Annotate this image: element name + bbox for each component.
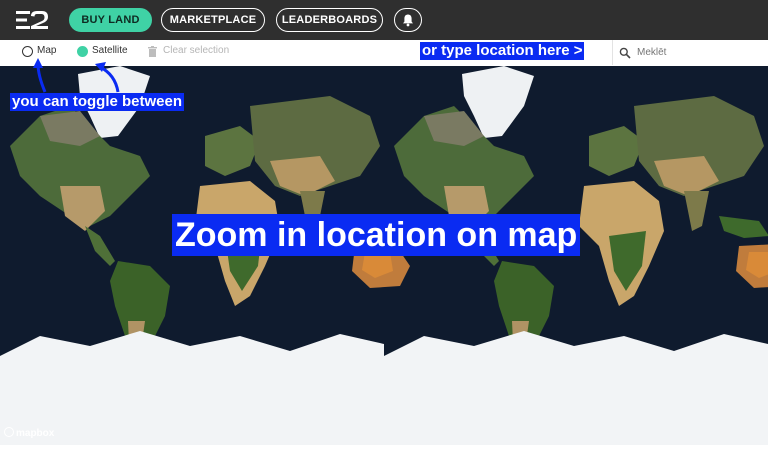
e2-logo-icon[interactable] [16, 8, 54, 32]
trash-icon [148, 46, 157, 57]
mapbox-attribution[interactable]: mapbox [4, 427, 54, 439]
search-input[interactable] [637, 43, 763, 61]
map-view-label[interactable]: Map [37, 45, 56, 56]
notifications-button[interactable] [394, 8, 422, 32]
map-view-radio[interactable] [22, 46, 33, 57]
search-annotation: or type location here > [420, 42, 585, 60]
leaderboards-button[interactable]: LEADERBOARDS [276, 8, 383, 32]
page-footer-area [0, 445, 768, 470]
zoom-annotation: Zoom in location on map [172, 214, 581, 256]
buy-land-button[interactable]: BUY LAND [69, 8, 152, 32]
toggle-annotation: you can toggle between [10, 93, 185, 111]
clear-selection-button[interactable]: Clear selection [163, 45, 229, 56]
satellite-view-label[interactable]: Satellite [92, 45, 128, 56]
marketplace-button[interactable]: MARKETPLACE [161, 8, 265, 32]
bell-icon [403, 14, 413, 27]
satellite-view-radio[interactable] [77, 46, 88, 57]
top-nav-bar: BUY LAND MARKETPLACE LEADERBOARDS [0, 0, 768, 40]
mapbox-logo-icon [4, 427, 14, 437]
mapbox-attribution-text: mapbox [16, 428, 55, 439]
location-search [612, 40, 768, 65]
search-icon [619, 47, 631, 59]
